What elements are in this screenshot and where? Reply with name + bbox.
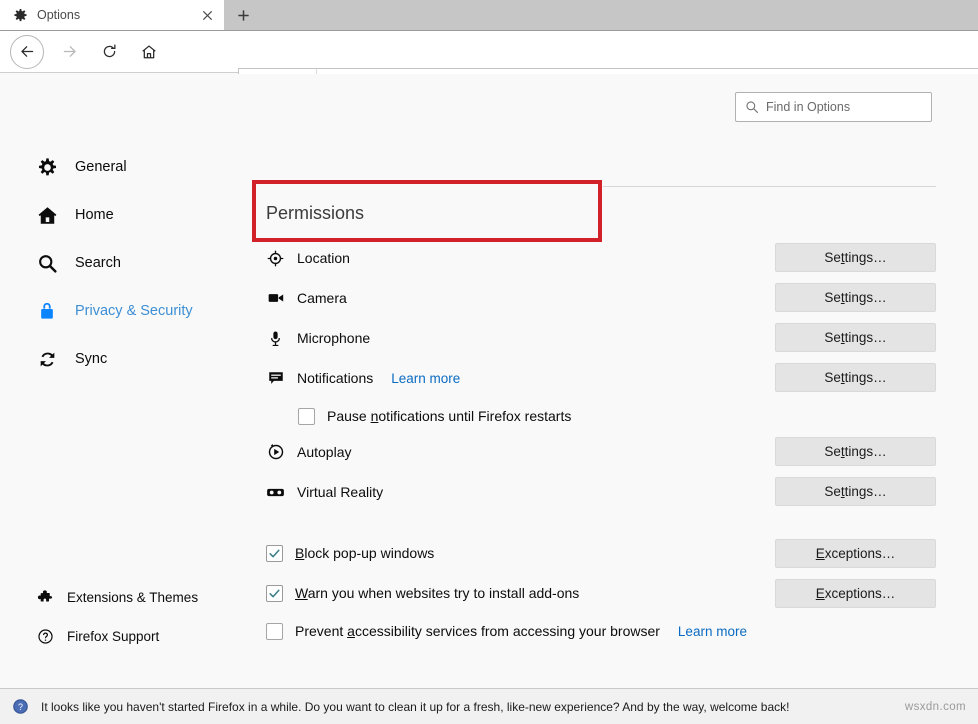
close-icon[interactable] [198,6,216,24]
addons-exceptions-button[interactable]: Exceptions… [775,579,936,608]
prevent-accessibility-label: Prevent accessibility services from acce… [295,623,660,639]
reload-icon[interactable] [92,35,126,69]
warn-addons-label: Warn you when websites try to install ad… [295,585,579,601]
permission-label: Autoplay [297,444,351,460]
notifications-learn-more-link[interactable]: Learn more [391,371,460,386]
preferences-sidebar: General Home Search [0,74,240,688]
permission-label: Notifications [297,370,373,386]
permission-row-location: Location [266,246,350,270]
accessibility-learn-more-link[interactable]: Learn more [678,624,747,639]
permission-label: Virtual Reality [297,484,383,500]
popups-exceptions-button[interactable]: Exceptions… [775,539,936,568]
sidebar-item-label: General [75,159,127,175]
sidebar-item-home[interactable]: Home [36,200,114,230]
permissions-pane: Permissions Location Settings… [240,74,978,688]
sidebar-item-label: Firefox Support [67,629,159,644]
prevent-accessibility-row[interactable]: Prevent accessibility services from acce… [266,620,747,642]
permission-row-microphone: Microphone [266,326,370,350]
sidebar-item-sync[interactable]: Sync [36,344,107,374]
permission-label: Camera [297,290,347,306]
sidebar-item-label: Search [75,255,121,271]
autoplay-icon [266,443,285,462]
browser-tab-options[interactable]: Options [0,0,224,30]
gear-icon [36,156,58,178]
notification-message: It looks like you haven't started Firefo… [41,700,789,714]
sidebar-item-label: Home [75,207,114,223]
permission-label: Location [297,250,350,266]
section-divider [603,186,936,187]
sync-icon [36,348,58,370]
notification-bar: ? It looks like you haven't started Fire… [0,688,978,724]
sidebar-item-firefox-support[interactable]: Firefox Support [36,621,159,651]
watermark: wsxdn.com [905,701,966,713]
gear-icon [12,7,28,23]
home-icon[interactable] [132,35,166,69]
camera-icon [266,289,285,308]
forward-arrow-icon [52,35,86,69]
pause-notifications-checkbox[interactable] [298,408,315,425]
new-tab-button[interactable] [224,0,262,30]
autoplay-settings-button[interactable]: Settings… [775,437,936,466]
puzzle-piece-icon [36,586,54,608]
permission-label: Microphone [297,330,370,346]
pause-notifications-label: Pause notifications until Firefox restar… [327,408,571,424]
block-popups-label: Block pop-up windows [295,545,434,561]
page-title: Permissions [266,203,364,224]
block-popups-checkbox[interactable] [266,545,283,562]
permission-row-camera: Camera [266,286,347,310]
location-settings-button[interactable]: Settings… [775,243,936,272]
sidebar-item-label: Sync [75,351,107,367]
home-icon [36,204,58,226]
svg-text:?: ? [18,702,23,712]
permission-row-autoplay: Autoplay [266,440,351,464]
tab-title: Options [37,8,198,22]
permission-row-notifications: Notifications Learn more [266,366,460,390]
microphone-settings-button[interactable]: Settings… [775,323,936,352]
notification-bubble-icon [266,369,285,388]
back-arrow-icon[interactable] [10,35,44,69]
sidebar-item-label: Extensions & Themes [67,590,198,605]
notifications-settings-button[interactable]: Settings… [775,363,936,392]
microphone-icon [266,329,285,348]
sidebar-item-search[interactable]: Search [36,248,121,278]
preferences-content: General Home Search [0,74,978,688]
vr-headset-icon [266,483,285,502]
tab-strip: Options [0,0,978,30]
prevent-accessibility-checkbox[interactable] [266,623,283,640]
permission-row-virtual-reality: Virtual Reality [266,480,383,504]
pause-notifications-row[interactable]: Pause notifications until Firefox restar… [298,405,571,427]
lock-icon [36,300,58,322]
sidebar-item-general[interactable]: General [36,152,127,182]
block-popups-row[interactable]: Block pop-up windows [266,542,434,564]
navigation-toolbar: Firefox about:preferences#privacy [0,30,978,73]
warn-addons-row[interactable]: Warn you when websites try to install ad… [266,582,579,604]
search-icon [36,252,58,274]
warn-addons-checkbox[interactable] [266,585,283,602]
sidebar-item-privacy-security[interactable]: Privacy & Security [36,296,193,326]
location-crosshair-icon [266,249,285,268]
sidebar-item-extensions-themes[interactable]: Extensions & Themes [36,582,198,612]
sidebar-item-label: Privacy & Security [75,303,193,319]
camera-settings-button[interactable]: Settings… [775,283,936,312]
virtual-reality-settings-button[interactable]: Settings… [775,477,936,506]
help-circle-icon: ? [12,698,29,715]
help-circle-icon [36,625,54,647]
